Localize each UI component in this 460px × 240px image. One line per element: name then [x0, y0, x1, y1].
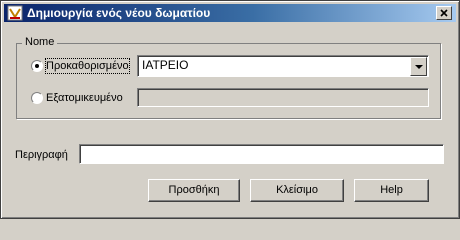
close-button[interactable] — [436, 6, 452, 20]
custom-label[interactable]: Εξατομικευμένο — [46, 91, 123, 105]
description-field[interactable] — [79, 144, 444, 164]
description-label: Περιγραφή — [15, 149, 68, 161]
title-bar[interactable]: Δημιουργία ενός νέου δωματίου — [4, 4, 456, 22]
predefined-label[interactable]: Προκαθορισμένο — [45, 58, 130, 74]
radio-selected-dot — [35, 64, 39, 68]
custom-radio[interactable] — [31, 92, 43, 104]
window-title: Δημιουργία ενός νέου δωματίου — [27, 6, 211, 20]
chevron-down-icon[interactable] — [410, 57, 427, 76]
predefined-room-combobox[interactable]: ΙΑΤΡΕΙΟ — [137, 55, 429, 77]
close-dialog-button[interactable]: Κλείσιμο — [250, 179, 344, 202]
predefined-room-value: ΙΑΤΡΕΙΟ — [142, 58, 189, 72]
custom-name-field[interactable] — [137, 88, 429, 107]
help-button[interactable]: Help — [354, 179, 429, 202]
predefined-radio[interactable] — [31, 60, 43, 72]
app-icon — [7, 5, 23, 21]
add-button[interactable]: Προσθήκη — [148, 179, 240, 202]
name-group-legend: Nome — [22, 36, 58, 49]
